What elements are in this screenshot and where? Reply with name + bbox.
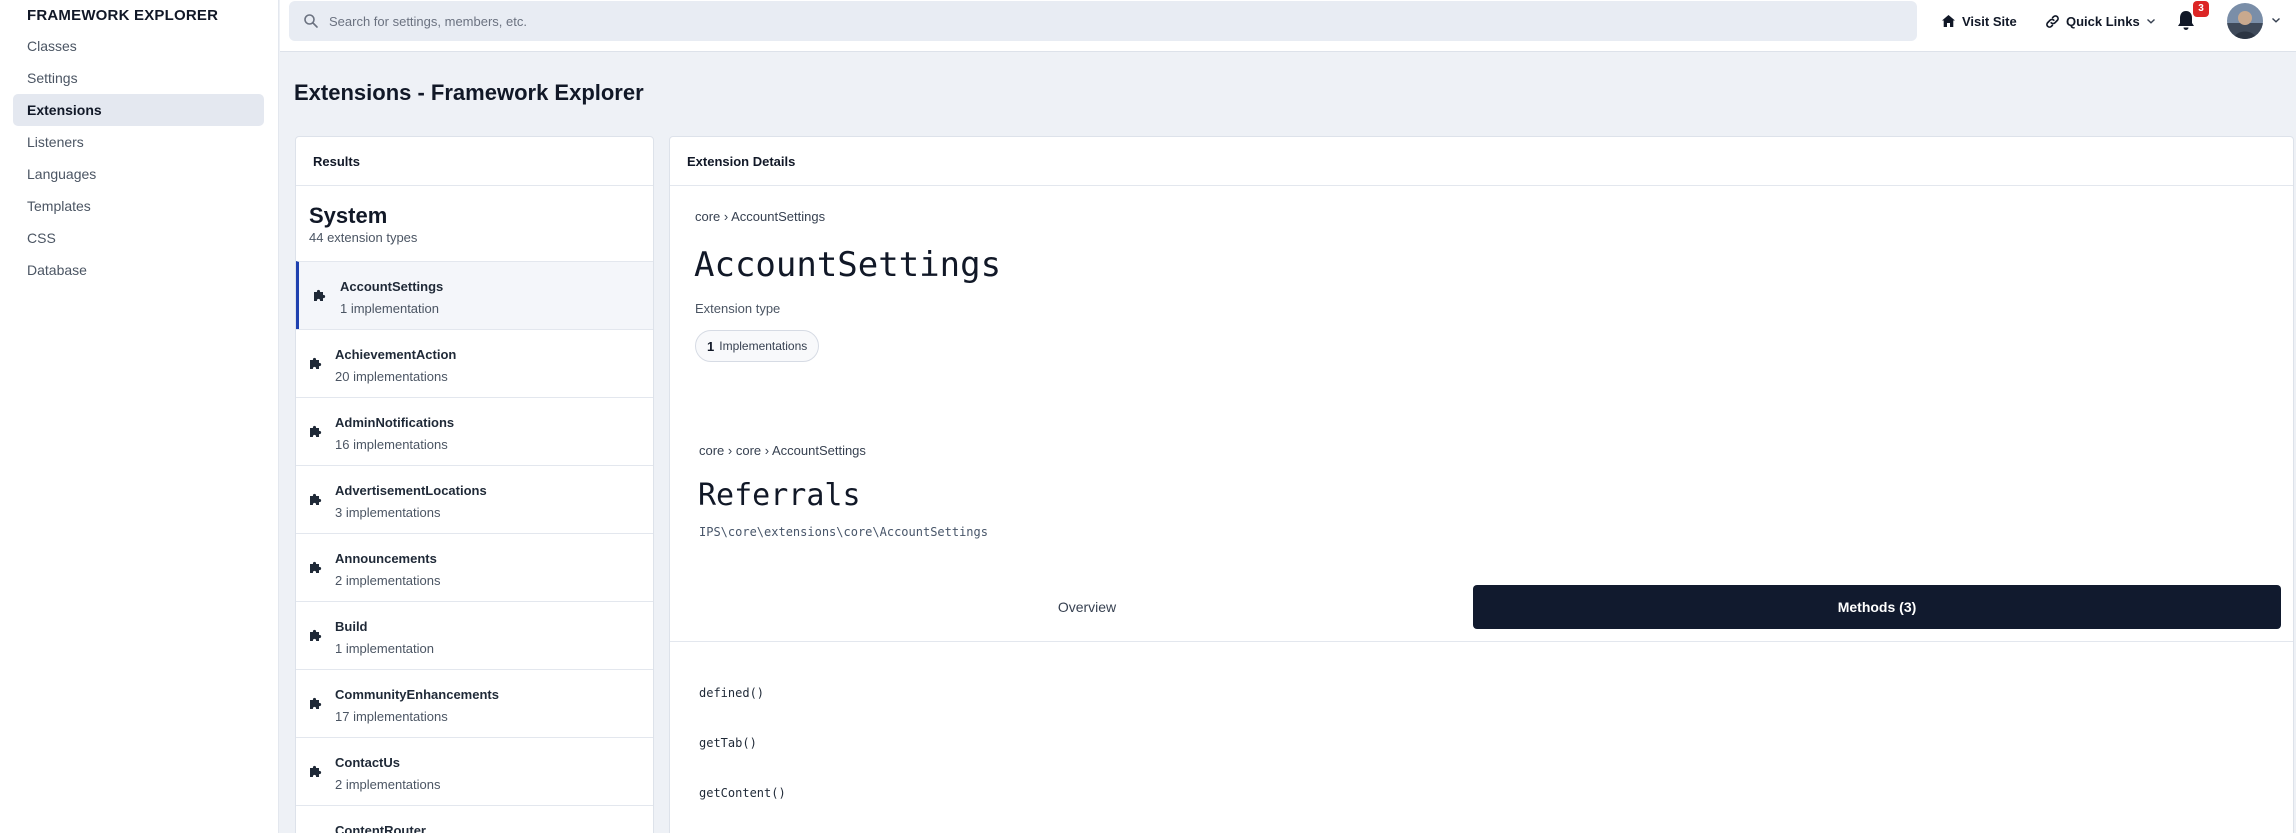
implementation-count: 16 implementations <box>335 437 448 452</box>
chevron-down-icon <box>2146 18 2155 24</box>
puzzle-icon <box>314 289 326 301</box>
sidebar-item-languages[interactable]: Languages <box>13 158 264 190</box>
implementation-namespace: IPS\core\extensions\core\AccountSettings <box>699 525 988 539</box>
extension-name: AchievementAction <box>335 347 457 362</box>
list-item[interactable]: AdvertisementLocations 3 implementations <box>296 465 653 533</box>
implementation-count: 2 implementations <box>335 777 441 792</box>
list-item[interactable]: Build 1 implementation <box>296 601 653 669</box>
extension-name: Build <box>335 619 368 634</box>
implementation-count: 20 implementations <box>335 369 448 384</box>
sidebar-item-listeners[interactable]: Listeners <box>13 126 264 158</box>
results-header: Results <box>296 137 653 186</box>
quick-links-label: Quick Links <box>2066 13 2140 29</box>
implementation-count: 17 implementations <box>335 709 448 724</box>
sidebar-item-templates[interactable]: Templates <box>13 190 264 222</box>
home-icon <box>1942 15 1955 27</box>
notification-badge: 3 <box>2193 1 2209 17</box>
visit-site-link[interactable]: Visit Site <box>1941 10 2017 32</box>
extension-name: ContentRouter <box>335 823 426 833</box>
extension-name: CommunityEnhancements <box>335 687 499 702</box>
tab-methods[interactable]: Methods (3) <box>1473 585 2281 629</box>
group-title: System <box>309 203 388 228</box>
list-item[interactable]: AccountSettings 1 implementation <box>296 261 653 329</box>
page-title: Extensions - Framework Explorer <box>294 80 644 105</box>
sidebar-item-settings[interactable]: Settings <box>13 62 264 94</box>
sidebar-item-extensions[interactable]: Extensions <box>13 94 264 126</box>
breadcrumb: core › AccountSettings <box>695 209 826 224</box>
list-item[interactable]: ContentRouter <box>296 805 653 833</box>
details-header: Extension Details <box>670 137 2293 186</box>
method-item: getContent() <box>699 786 786 800</box>
list-item[interactable]: AdminNotifications 16 implementations <box>296 397 653 465</box>
puzzle-icon <box>310 765 322 777</box>
implementation-title: Referrals <box>698 478 861 513</box>
implementations-label: Implementations <box>719 339 808 353</box>
list-item[interactable]: ContactUs 2 implementations <box>296 737 653 805</box>
sidebar-title: FRAMEWORK EXPLORER <box>27 7 219 24</box>
sidebar-item-database[interactable]: Database <box>13 254 264 286</box>
extension-name: AccountSettings <box>340 279 444 294</box>
puzzle-icon <box>310 425 322 437</box>
tab-overview[interactable]: Overview <box>684 585 1490 629</box>
avatar-image <box>2227 3 2263 39</box>
sidebar: FRAMEWORK EXPLORER Classes Settings Exte… <box>0 0 279 833</box>
search-box[interactable] <box>289 1 1917 41</box>
chevron-down-icon[interactable] <box>2271 16 2281 24</box>
puzzle-icon <box>310 697 322 709</box>
puzzle-icon <box>310 629 322 641</box>
method-item: defined() <box>699 686 765 700</box>
extension-name: AdminNotifications <box>335 415 455 430</box>
extension-name: Announcements <box>335 551 437 566</box>
implementation-count: 1 implementation <box>340 301 439 316</box>
link-icon <box>2046 14 2059 28</box>
search-input[interactable] <box>329 1 1889 41</box>
puzzle-icon <box>310 561 322 573</box>
implementation-count: 3 implementations <box>335 505 441 520</box>
implementations-count: 1 <box>707 338 715 354</box>
extension-name: ContactUs <box>335 755 401 770</box>
implementation-count: 2 implementations <box>335 573 441 588</box>
extension-title: AccountSettings <box>694 245 1002 285</box>
group-subtitle: 44 extension types <box>309 230 418 245</box>
list-item[interactable]: Announcements 2 implementations <box>296 533 653 601</box>
extension-list: AccountSettings 1 implementation Achieve… <box>296 261 653 833</box>
extension-details-panel: Extension Details core › AccountSettings… <box>669 136 2294 833</box>
search-icon <box>304 14 318 28</box>
implementations-badge: 1 Implementations <box>695 330 820 362</box>
list-item[interactable]: CommunityEnhancements 17 implementations <box>296 669 653 737</box>
sidebar-nav: Classes Settings Extensions Listeners La… <box>13 30 264 286</box>
avatar[interactable] <box>2227 3 2263 39</box>
method-item: getTab() <box>699 736 757 750</box>
extension-type-label: Extension type <box>695 301 781 316</box>
quick-links-menu[interactable]: Quick Links <box>2045 10 2156 32</box>
list-item[interactable]: AchievementAction 20 implementations <box>296 329 653 397</box>
implementation-breadcrumb: core › core › AccountSettings <box>699 443 866 458</box>
sidebar-item-css[interactable]: CSS <box>13 222 264 254</box>
extension-name: AdvertisementLocations <box>335 483 487 498</box>
puzzle-icon <box>310 357 322 369</box>
results-panel: Results System 44 extension types Accoun… <box>295 136 654 833</box>
tab-divider <box>670 641 2293 642</box>
visit-site-label: Visit Site <box>1962 13 2017 29</box>
sidebar-item-classes[interactable]: Classes <box>13 30 264 62</box>
puzzle-icon <box>310 493 322 505</box>
implementation-count: 1 implementation <box>335 641 434 656</box>
